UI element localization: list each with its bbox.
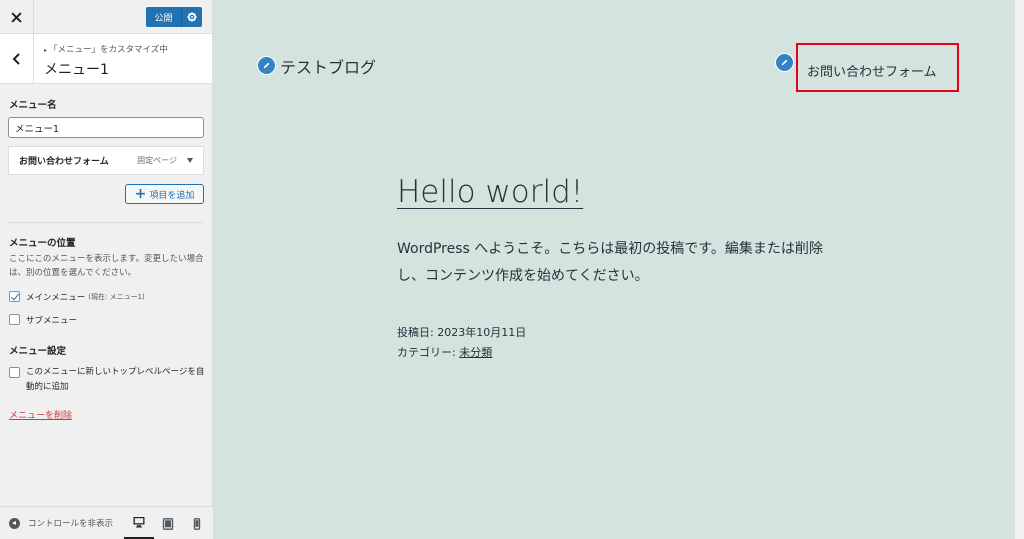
checkbox-main-menu[interactable]: [9, 291, 20, 302]
publish-button[interactable]: 公開: [146, 7, 182, 27]
close-customizer-button[interactable]: [0, 0, 34, 34]
close-icon: [11, 11, 22, 23]
customizer-sidebar: 公開 ▸ 「メニュー」をカスタマイズ中 メニュー1 メニュー名 メニュー1 お問い…: [0, 0, 213, 539]
post-body: WordPress へようこそ。こちらは最初の投稿です。編集または削除し、コンテ…: [397, 241, 823, 284]
breadcrumb: ▸ 「メニュー」をカスタマイズ中: [44, 43, 168, 55]
location-option-main[interactable]: メインメニュー (現在: メニュー1): [9, 291, 145, 303]
menu-item[interactable]: お問い合わせフォーム 固定ページ: [8, 146, 204, 175]
tablet-preview-button[interactable]: [153, 507, 183, 539]
edit-site-title-shortcut[interactable]: [257, 56, 276, 75]
highlight-box: [796, 43, 959, 92]
desktop-icon: [133, 517, 145, 528]
preview-scrollbar[interactable]: [1014, 0, 1024, 539]
post-date-value: 2023年10月11日: [437, 326, 527, 339]
pencil-icon: [781, 59, 788, 66]
collapse-icon: [9, 517, 20, 529]
auto-add-label: このメニューに新しいトップレベルページを自動的に追加: [26, 367, 205, 392]
menu-locations-description: ここにこのメニューを表示します。変更したい場合は、別の位置を選んでください。: [9, 254, 204, 278]
section-header: ▸ 「メニュー」をカスタマイズ中 メニュー1: [0, 34, 212, 84]
add-items-label: 項目を追加: [149, 190, 195, 201]
checkbox-sub-menu[interactable]: [9, 314, 20, 325]
post-category-link[interactable]: 未分類: [459, 346, 492, 359]
site-title[interactable]: テストブログ: [280, 54, 376, 78]
menu-name-input[interactable]: メニュー1: [8, 117, 204, 138]
gear-icon: [187, 12, 197, 22]
menu-item-type: 固定ページ: [137, 156, 177, 165]
publish-button-group: 公開: [146, 7, 202, 27]
checkbox-auto-add[interactable]: [9, 367, 20, 378]
location-option-sub[interactable]: サブメニュー: [9, 314, 77, 326]
location-label-sub: サブメニュー: [26, 316, 78, 326]
divider: [8, 222, 204, 223]
delete-menu-link[interactable]: メニューを削除: [9, 408, 72, 421]
hide-controls-button[interactable]: コントロールを非表示: [9, 517, 121, 529]
menu-settings-heading: メニュー設定: [9, 346, 67, 357]
back-button[interactable]: [0, 34, 34, 84]
breadcrumb-text: 「メニュー」をカスタマイズ中: [49, 45, 168, 55]
tablet-icon: [162, 517, 174, 530]
post-category: カテゴリー: 未分類: [397, 344, 492, 360]
post-category-label: カテゴリー:: [397, 346, 456, 359]
post-date-label: 投稿日:: [397, 326, 434, 339]
customizer-header: 公開: [0, 0, 212, 34]
menu-item-title: お問い合わせフォーム: [19, 157, 109, 167]
mobile-icon: [193, 517, 201, 530]
post-title[interactable]: Hello world!: [397, 174, 583, 210]
add-items-button[interactable]: + 項目を追加: [125, 184, 204, 204]
location-note-main: (現在: メニュー1): [88, 293, 145, 301]
chevron-left-icon: [12, 53, 20, 65]
menu-locations-heading: メニューの位置: [9, 238, 76, 249]
chevron-down-icon[interactable]: [187, 158, 193, 163]
customizer-footer: コントロールを非表示: [0, 506, 213, 539]
plus-icon: +: [134, 186, 147, 202]
edit-menu-shortcut[interactable]: [775, 53, 794, 72]
breadcrumb-arrow-icon: ▸: [44, 47, 48, 54]
pencil-icon: [263, 62, 270, 69]
auto-add-option[interactable]: このメニューに新しいトップレベルページを自動的に追加: [9, 365, 206, 395]
hide-controls-label: コントロールを非表示: [28, 519, 114, 529]
location-label-main: メインメニュー: [26, 293, 86, 303]
mobile-preview-button[interactable]: [182, 507, 212, 539]
menu-name-label: メニュー名: [9, 100, 57, 111]
publish-settings-button[interactable]: [182, 7, 202, 27]
post-date: 投稿日: 2023年10月11日: [397, 324, 526, 340]
section-title: メニュー1: [44, 62, 109, 78]
desktop-preview-button[interactable]: [124, 507, 154, 539]
